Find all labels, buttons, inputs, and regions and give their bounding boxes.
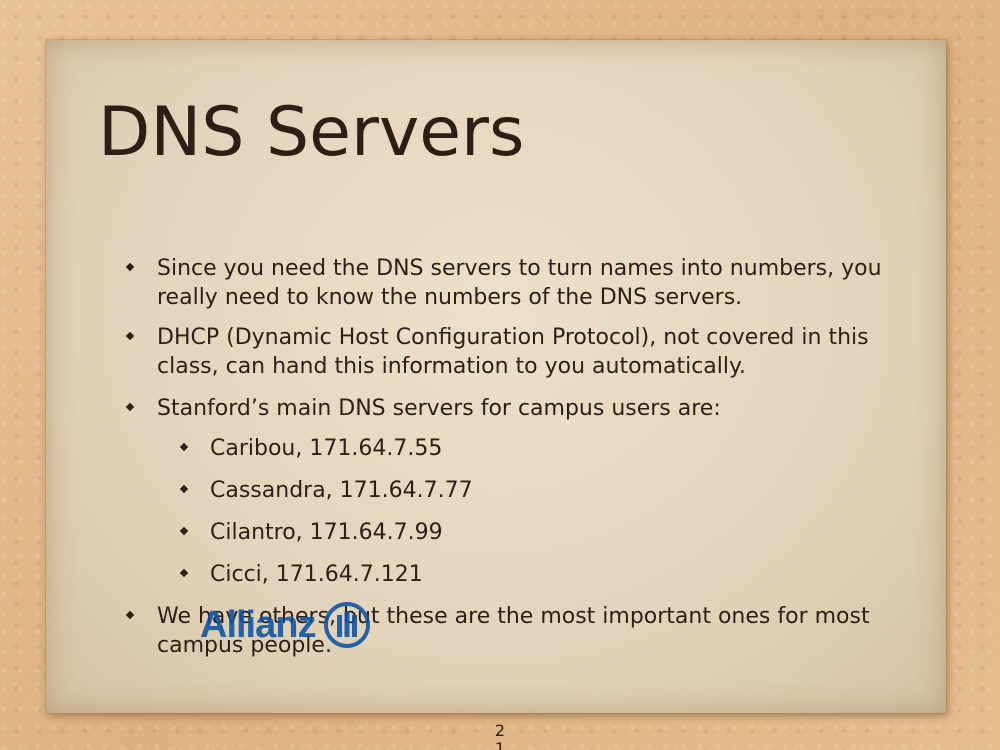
sub-bullet-text: Cilantro, 171.64.7.99 bbox=[210, 520, 443, 545]
bullet-item: Stanford’s main DNS servers for campus u… bbox=[125, 394, 917, 423]
bullet-icon bbox=[125, 610, 135, 620]
bullet-icon bbox=[125, 402, 135, 412]
bullet-icon bbox=[179, 526, 189, 536]
sub-bullet-text: Cicci, 171.64.7.121 bbox=[210, 562, 423, 587]
sub-bullet-text: Cassandra, 171.64.7.77 bbox=[210, 478, 473, 503]
bullet-icon bbox=[179, 484, 189, 494]
allianz-logo-watermark: Allianz bbox=[200, 600, 392, 650]
bullet-icon bbox=[179, 442, 189, 452]
bullet-text: DHCP (Dynamic Host Configuration Protoco… bbox=[157, 325, 869, 379]
bullet-icon bbox=[125, 262, 135, 272]
bullet-text: Since you need the DNS servers to turn n… bbox=[157, 256, 882, 310]
bullet-icon bbox=[125, 331, 135, 341]
page-number: 21 bbox=[494, 721, 506, 750]
sub-bullet-text: Caribou, 171.64.7.55 bbox=[210, 436, 443, 461]
sub-bullet-item: Cilantro, 171.64.7.99 bbox=[179, 518, 910, 547]
sub-bullet-item: Cicci, 171.64.7.121 bbox=[179, 560, 910, 589]
sub-bullet-item: Cassandra, 171.64.7.77 bbox=[179, 476, 910, 505]
bullet-item: DHCP (Dynamic Host Configuration Protoco… bbox=[125, 323, 917, 381]
sub-bullet-item: Caribou, 171.64.7.55 bbox=[179, 434, 910, 463]
logo-wordmark: Allianz bbox=[200, 604, 316, 646]
bullet-text: Stanford’s main DNS servers for campus u… bbox=[157, 396, 721, 421]
bullet-item: Since you need the DNS servers to turn n… bbox=[125, 254, 917, 312]
allianz-eagle-icon bbox=[324, 602, 371, 648]
bullet-icon bbox=[179, 568, 189, 578]
bullet-list: Since you need the DNS servers to turn n… bbox=[0, 0, 1000, 750]
